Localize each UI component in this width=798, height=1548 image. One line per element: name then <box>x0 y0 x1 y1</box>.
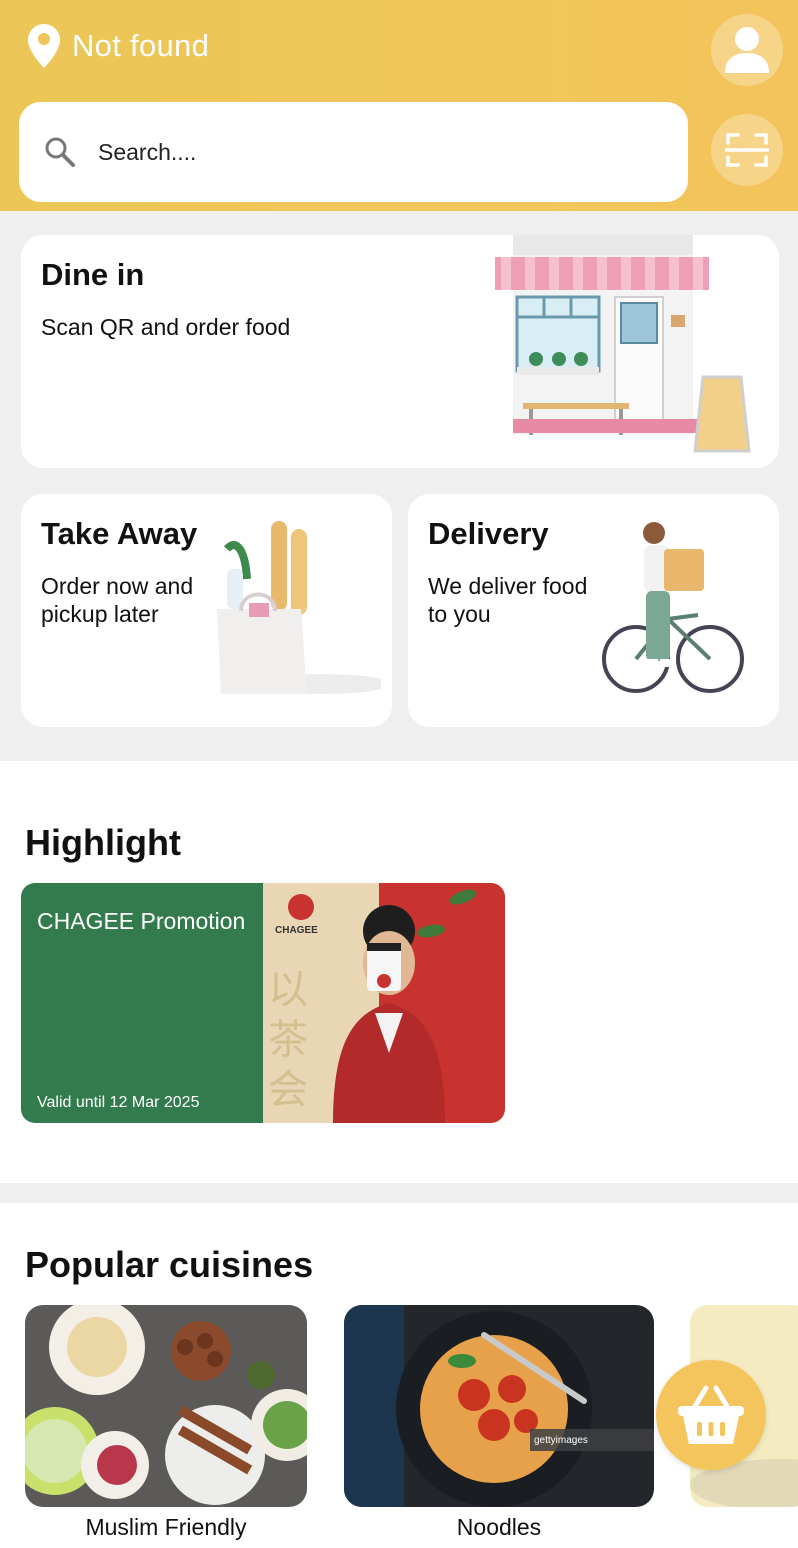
shopping-basket-icon <box>678 1385 744 1444</box>
svg-text:会: 会 <box>268 1067 308 1113</box>
promo-image: 以 茶 会 CHAGEE <box>263 883 505 1123</box>
highlight-heading: Highlight <box>25 822 181 863</box>
dine-in-title: Dine in <box>41 257 145 292</box>
profile-button[interactable] <box>711 14 783 86</box>
app-header: Not found <box>0 0 798 211</box>
cuisine-label-noodles: Noodles <box>456 1514 542 1540</box>
cuisine-card-muslim-friendly[interactable] <box>25 1305 307 1507</box>
location-pin-icon <box>28 24 60 68</box>
delivery-cyclist-illustration <box>602 522 744 693</box>
cart-button[interactable] <box>656 1360 766 1470</box>
promo-card[interactable]: CHAGEE Promotion Valid until 12 Mar 2025… <box>21 883 505 1123</box>
location-selector[interactable]: Not found <box>26 22 209 70</box>
delivery-subtitle: We deliver food to you <box>428 573 588 627</box>
profile-icon <box>725 27 769 73</box>
grocery-bag-illustration <box>217 521 381 694</box>
popular-cuisines-heading: Popular cuisines <box>25 1244 314 1285</box>
dine-in-subtitle: Scan QR and order food <box>41 314 291 340</box>
svg-text:茶: 茶 <box>268 1017 308 1063</box>
promo-name: CHAGEE Promotion <box>37 908 246 934</box>
take-away-title: Take Away <box>41 516 198 551</box>
qr-scan-button[interactable] <box>711 114 783 186</box>
svg-text:以: 以 <box>268 967 308 1013</box>
location-text: Not found <box>72 28 210 63</box>
take-away-subtitle: Order now and pickup later <box>41 573 194 627</box>
search-icon <box>45 137 75 167</box>
section-divider <box>0 1183 798 1203</box>
delivery-card[interactable]: Delivery We deliver food to you <box>408 494 779 727</box>
promo-brand-logo: CHAGEE <box>275 925 318 936</box>
search-bar[interactable] <box>19 102 688 202</box>
delivery-title: Delivery <box>428 516 549 551</box>
cuisine-label-muslim-friendly: Muslim Friendly <box>85 1514 247 1540</box>
svg-text:gettyimages: gettyimages <box>534 1435 588 1446</box>
promo-validity: Valid until 12 Mar 2025 <box>37 1094 200 1111</box>
qr-scan-icon <box>725 133 769 167</box>
search-input[interactable] <box>98 138 618 166</box>
storefront-illustration <box>495 235 751 453</box>
service-options: Dine in Scan QR and order food Take Away… <box>0 211 798 761</box>
promo-info-panel: CHAGEE Promotion Valid until 12 Mar 2025 <box>21 883 263 1123</box>
take-away-card[interactable]: Take Away Order now and pickup later <box>21 494 392 727</box>
dine-in-card[interactable]: Dine in Scan QR and order food <box>21 235 779 468</box>
cuisine-card-noodles[interactable]: gettyimages <box>344 1305 654 1507</box>
